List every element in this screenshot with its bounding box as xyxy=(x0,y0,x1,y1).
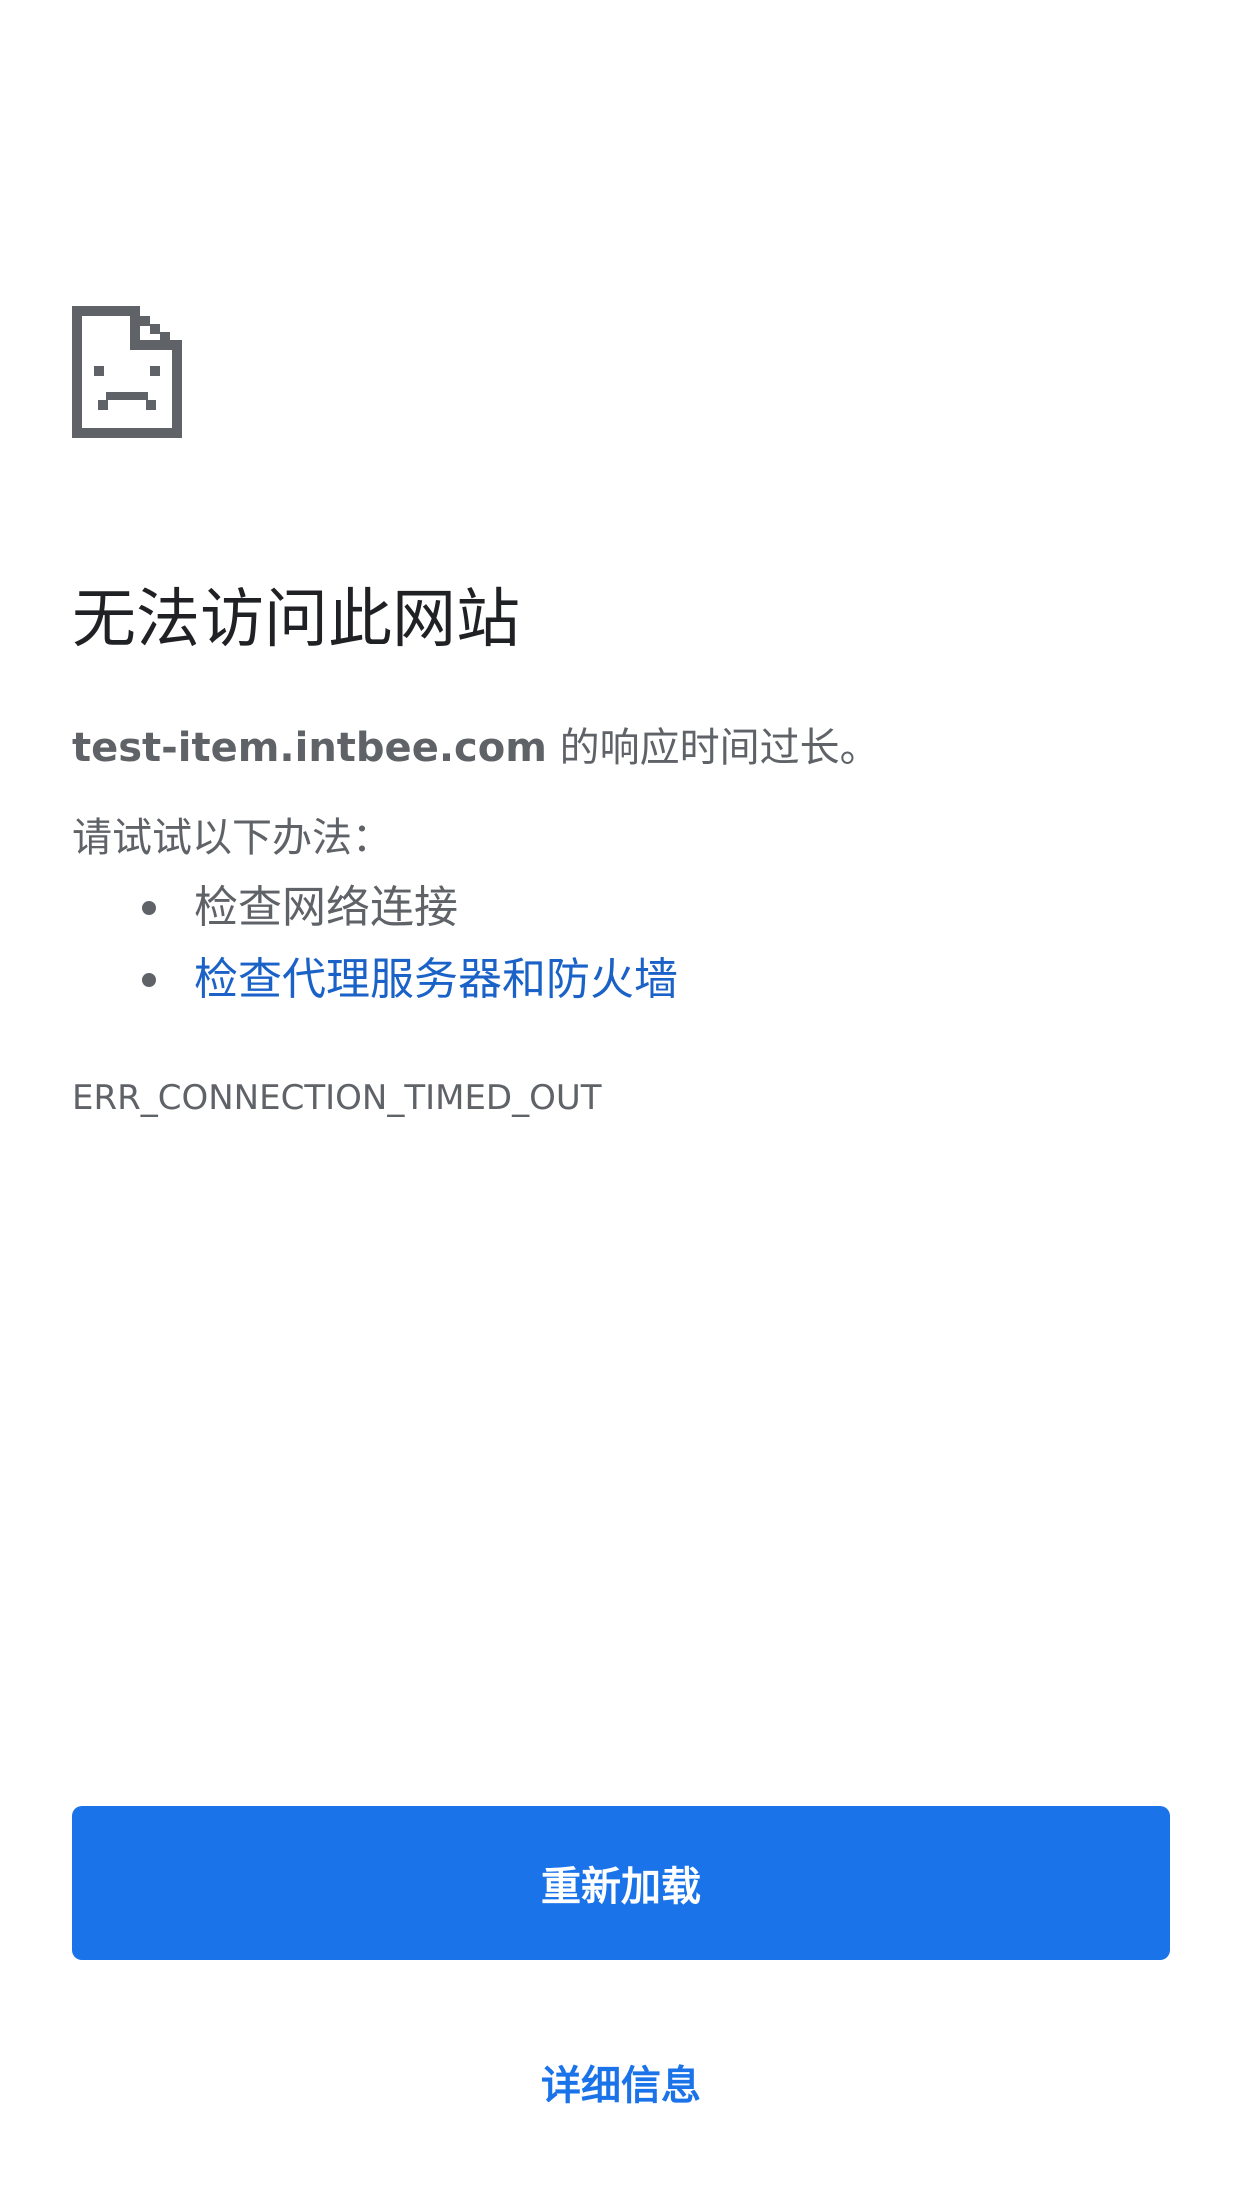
suggestion-label: 检查网络连接 xyxy=(194,882,458,933)
host-name: test-item.intbee.com xyxy=(72,725,547,771)
check-proxy-firewall-link[interactable]: 检查代理服务器和防火墙 xyxy=(194,954,678,1005)
suggestion-item-check-network: 检查网络连接 xyxy=(72,880,678,952)
summary-text: 的响应时间过长。 xyxy=(546,725,880,771)
error-code: ERR_CONNECTION_TIMED_OUT xyxy=(72,1078,602,1118)
suggestion-item-check-proxy: 检查代理服务器和防火墙 xyxy=(72,952,678,1024)
error-page: 无法访问此网站 test-item.intbee.com 的响应时间过长。 请试… xyxy=(72,0,1170,2208)
details-button[interactable]: 详细信息 xyxy=(72,2040,1170,2124)
suggestions-list: 检查网络连接 检查代理服务器和防火墙 xyxy=(72,880,678,1024)
reload-button[interactable]: 重新加载 xyxy=(72,1806,1170,1960)
bullet-icon xyxy=(142,901,156,915)
suggestions-heading: 请试试以下办法： xyxy=(72,815,392,861)
bullet-icon xyxy=(142,973,156,987)
sad-page-icon xyxy=(72,306,182,438)
error-summary: test-item.intbee.com 的响应时间过长。 xyxy=(72,722,880,774)
page-title: 无法访问此网站 xyxy=(72,583,520,657)
